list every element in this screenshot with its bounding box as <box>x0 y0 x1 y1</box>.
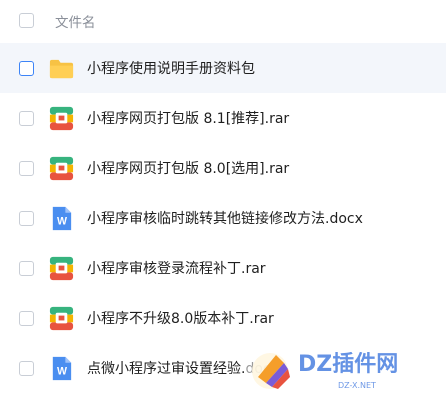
watermark-logo: DZ插件网 DZ-X.NET <box>246 337 446 397</box>
file-name[interactable]: 小程序网页打包版 8.1[推荐].rar <box>87 108 289 128</box>
column-header-name: 文件名 <box>55 15 96 31</box>
file-row-4[interactable]: 小程序审核登录流程补丁.rar <box>0 243 446 293</box>
archive-icon <box>49 256 74 280</box>
word-doc-icon: W <box>52 356 72 380</box>
file-name[interactable]: 小程序不升级8.0版本补丁.rar <box>87 308 274 328</box>
svg-text:W: W <box>57 365 67 377</box>
archive-icon <box>49 306 74 330</box>
row-checkbox[interactable] <box>19 60 34 76</box>
file-row-3[interactable]: W 小程序审核临时跳转其他链接修改方法.docx <box>0 193 446 243</box>
folder-icon <box>49 59 74 78</box>
list-header: 文件名 <box>0 0 446 42</box>
svg-text:W: W <box>57 215 67 227</box>
file-row-5[interactable]: 小程序不升级8.0版本补丁.rar <box>0 293 446 343</box>
file-name[interactable]: 点微小程序过审设置经验.doc <box>87 358 271 378</box>
file-row-0[interactable]: 小程序使用说明手册资料包 <box>0 43 446 93</box>
word-doc-icon: W <box>52 206 72 230</box>
watermark-subtext: DZ-X.NET <box>338 381 376 390</box>
file-name[interactable]: 小程序使用说明手册资料包 <box>87 58 255 78</box>
row-checkbox[interactable] <box>19 160 34 176</box>
row-checkbox[interactable] <box>19 360 34 376</box>
select-all-checkbox[interactable] <box>19 13 34 28</box>
archive-icon <box>49 156 74 180</box>
file-list: 文件名 小程序使用说明手册资料包 小程序网页打包版 8.1[推荐].rar 小程… <box>0 0 446 397</box>
file-name[interactable]: 小程序审核登录流程补丁.rar <box>87 258 266 278</box>
archive-icon <box>49 106 74 130</box>
row-checkbox[interactable] <box>19 260 34 276</box>
file-row-2[interactable]: 小程序网页打包版 8.0[选用].rar <box>0 143 446 193</box>
file-row-1[interactable]: 小程序网页打包版 8.1[推荐].rar <box>0 93 446 143</box>
file-name[interactable]: 小程序审核临时跳转其他链接修改方法.docx <box>87 208 363 228</box>
row-checkbox[interactable] <box>19 210 34 226</box>
watermark-text: DZ插件网 <box>298 352 398 377</box>
row-checkbox[interactable] <box>19 110 34 126</box>
row-checkbox[interactable] <box>19 310 34 326</box>
file-name[interactable]: 小程序网页打包版 8.0[选用].rar <box>87 158 289 178</box>
